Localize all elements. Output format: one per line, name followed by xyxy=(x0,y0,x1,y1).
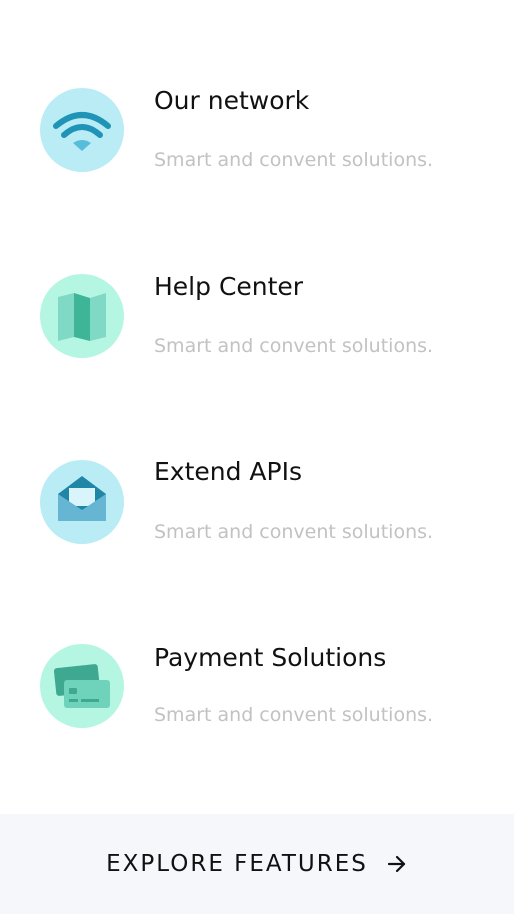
explore-features-button[interactable]: EXPLORE FEATURES xyxy=(0,814,514,914)
feature-item-help-center: Help Center Smart and convent solutions. xyxy=(0,272,514,393)
feature-title: Our network xyxy=(154,86,310,115)
feature-description: Smart and convent solutions. xyxy=(154,335,434,357)
features-page: Our network Smart and convent solutions.… xyxy=(0,0,514,914)
feature-description: Smart and convent solutions. xyxy=(154,704,434,726)
arrow-right-icon xyxy=(387,855,405,873)
credit-card-icon xyxy=(40,644,124,728)
feature-item-payment-solutions: Payment Solutions Smart and convent solu… xyxy=(0,643,514,764)
feature-title: Payment Solutions xyxy=(154,643,387,672)
feature-item-extend-apis: Extend APIs Smart and convent solutions. xyxy=(0,457,514,579)
feature-description: Smart and convent solutions. xyxy=(154,521,434,543)
feature-description: Smart and convent solutions. xyxy=(154,149,434,171)
feature-title: Help Center xyxy=(154,272,304,301)
wifi-icon xyxy=(40,88,124,172)
explore-features-label: EXPLORE FEATURES xyxy=(106,851,368,877)
feature-title: Extend APIs xyxy=(154,457,303,486)
envelope-icon xyxy=(40,460,124,544)
feature-item-our-network: Our network Smart and convent solutions. xyxy=(0,86,514,207)
map-icon xyxy=(40,274,124,358)
